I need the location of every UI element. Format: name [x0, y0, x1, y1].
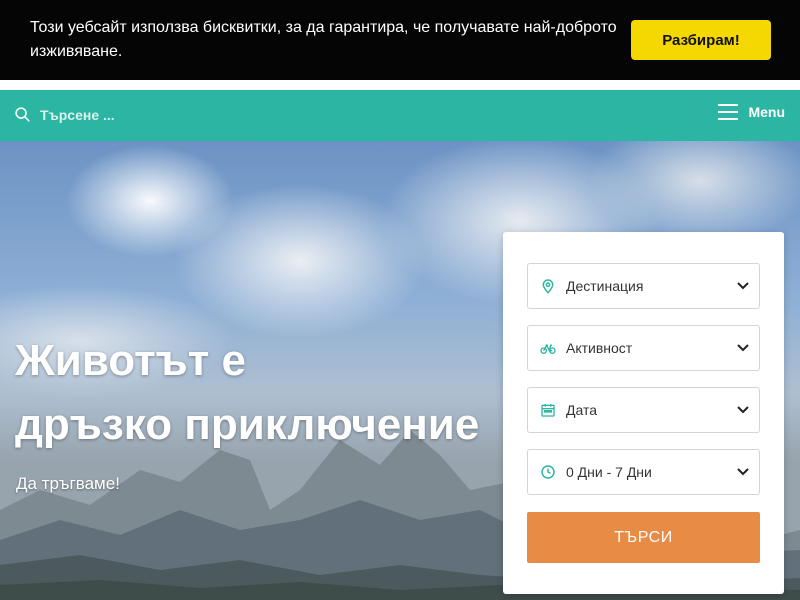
- bicycle-icon: [540, 343, 556, 354]
- hero-title-line2: дръзко приключение: [15, 400, 480, 449]
- hero-title: Животът е дръзко приключение: [15, 329, 515, 457]
- cookie-banner: Този уебсайт използва бисквитки, за да г…: [0, 0, 800, 80]
- search-input[interactable]: [40, 106, 240, 123]
- duration-label: 0 Дни - 7 Дни: [566, 464, 652, 480]
- chevron-down-icon: [737, 344, 749, 352]
- chevron-down-icon: [737, 468, 749, 476]
- top-nav: Menu: [0, 90, 800, 141]
- chevron-down-icon: [737, 282, 749, 290]
- map-pin-icon: [542, 279, 554, 294]
- menu-button[interactable]: Menu: [718, 104, 785, 120]
- chevron-down-icon: [737, 406, 749, 414]
- search-icon: [15, 107, 30, 122]
- date-label: Дата: [566, 402, 598, 418]
- trip-search-panel: Дестинация Активност Дата 0 Дни - 7 Дни …: [503, 232, 784, 594]
- hero-subtitle: Да тръгваме!: [16, 474, 120, 493]
- destination-select[interactable]: Дестинация: [527, 263, 760, 309]
- cookie-message: Този уебсайт използва бисквитки, за да г…: [30, 19, 617, 60]
- banner-spacer: [0, 80, 800, 90]
- date-select[interactable]: Дата: [527, 387, 760, 433]
- duration-select[interactable]: 0 Дни - 7 Дни: [527, 449, 760, 495]
- activity-label: Активност: [566, 340, 633, 356]
- clock-icon: [541, 465, 555, 479]
- search-submit-button[interactable]: ТЪРСИ: [527, 512, 760, 563]
- hero-title-line1: Животът е: [15, 336, 246, 385]
- calendar-icon: [541, 404, 555, 417]
- menu-label: Menu: [748, 104, 785, 120]
- cookie-accept-button[interactable]: Разбирам!: [631, 20, 771, 60]
- activity-select[interactable]: Активност: [527, 325, 760, 371]
- hamburger-icon: [718, 104, 739, 120]
- search-bar: [14, 106, 240, 123]
- destination-label: Дестинация: [566, 278, 644, 294]
